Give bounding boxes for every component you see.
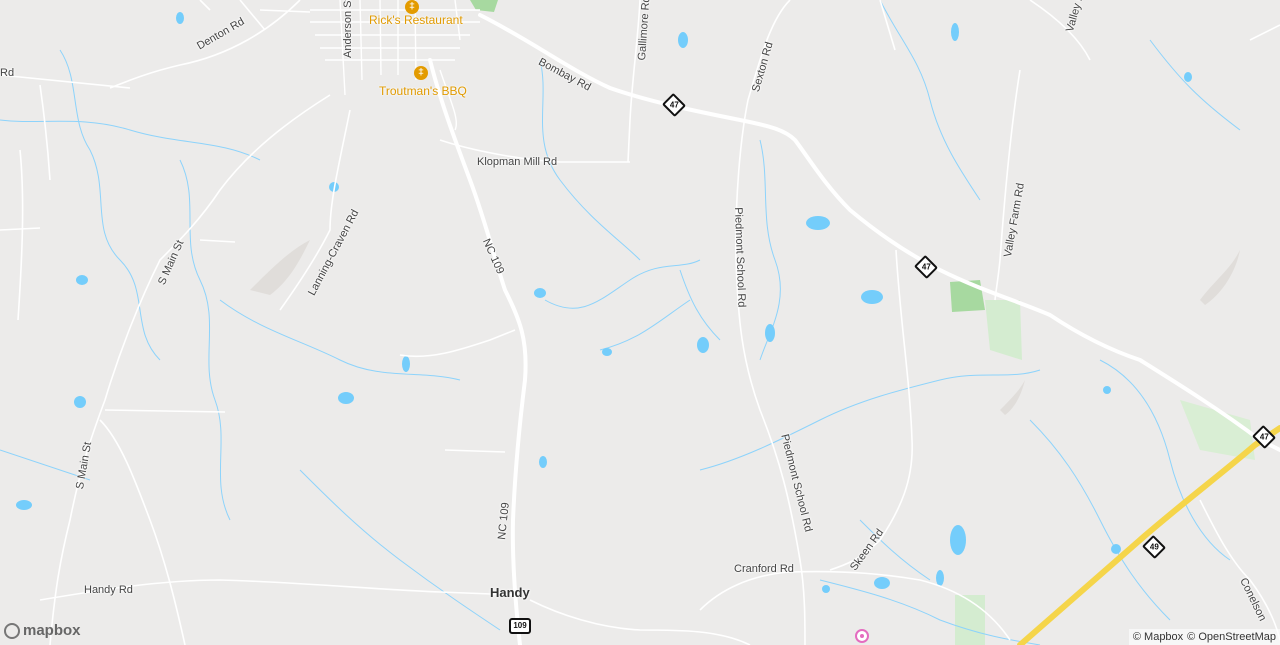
streams: [0, 0, 1241, 645]
road-label-klopman: Klopman Mill Rd: [477, 156, 558, 168]
road-label-cranford: Cranford Rd: [734, 563, 794, 575]
place-label-handy[interactable]: Handy: [490, 585, 530, 600]
attribution-bar: © Mapbox © OpenStreetMap: [1128, 629, 1280, 645]
state-route-shield: 109: [509, 618, 531, 634]
attribution-osm-link[interactable]: © OpenStreetMap: [1187, 631, 1276, 643]
park-area: [950, 280, 985, 312]
shield-number: 47: [669, 100, 679, 109]
mapbox-logo-text: mapbox: [23, 622, 81, 639]
pink-marker-icon[interactable]: [855, 629, 869, 643]
mapbox-mark-icon: [4, 622, 20, 639]
road-label-anderson: Anderson St: [342, 0, 354, 58]
map-base-layer: [0, 0, 1280, 645]
fork-knife-icon[interactable]: ‡: [405, 0, 419, 14]
mapbox-logo[interactable]: mapbox: [4, 622, 81, 639]
shield-number: 49: [1149, 542, 1159, 551]
park-area: [955, 595, 985, 645]
shield-number: 109: [513, 621, 527, 630]
poi-ricks-restaurant[interactable]: Rick's Restaurant: [369, 13, 463, 27]
road-label-left-edge: Rd: [0, 67, 15, 79]
park-area: [985, 300, 1022, 360]
shield-number: 47: [1259, 432, 1269, 441]
attribution-mapbox-link[interactable]: © Mapbox: [1133, 631, 1183, 643]
poi-troutmans-bbq[interactable]: Troutman's BBQ: [379, 84, 467, 98]
fork-knife-icon[interactable]: ‡: [414, 66, 428, 80]
map-canvas[interactable]: Denton Rd Anderson St Bombay Rd Gallimor…: [0, 0, 1280, 645]
road-label-handy-rd: Handy Rd: [84, 584, 133, 596]
shield-number: 47: [921, 262, 931, 271]
